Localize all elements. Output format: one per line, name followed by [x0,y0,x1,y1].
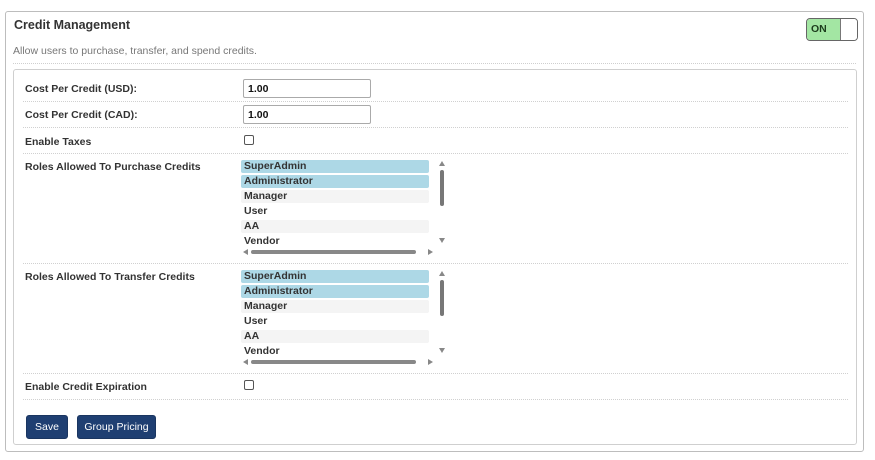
scroll-thumb[interactable] [251,360,416,364]
group-pricing-button[interactable]: Group Pricing [77,415,156,439]
row-transfer-roles: Roles Allowed To Transfer Credits SuperA… [23,264,848,374]
cost-cad-label: Cost Per Credit (CAD): [25,109,138,121]
vertical-scrollbar[interactable] [438,270,447,356]
cost-usd-label: Cost Per Credit (USD): [25,83,138,95]
horizontal-scrollbar[interactable] [241,248,437,257]
scroll-up-icon[interactable] [439,271,445,276]
panel-description: Allow users to purchase, transfer, and s… [13,45,257,57]
scroll-right-icon[interactable] [428,249,433,255]
purchase-roles-listbox[interactable]: SuperAdmin Administrator Manager User AA… [241,160,449,257]
purchase-role-option[interactable]: SuperAdmin [241,160,429,173]
credit-management-panel: Credit Management Allow users to purchas… [5,11,864,452]
header-divider [13,63,856,64]
transfer-role-option[interactable]: User [241,315,429,328]
row-cost-usd: Cost Per Credit (USD): [23,76,848,102]
scroll-thumb[interactable] [251,250,416,254]
enable-taxes-checkbox[interactable] [244,135,254,145]
row-cost-cad: Cost Per Credit (CAD): [23,102,848,128]
transfer-role-option[interactable]: Administrator [241,285,429,298]
save-button[interactable]: Save [26,415,68,439]
enable-taxes-label: Enable Taxes [25,136,92,148]
purchase-roles-label: Roles Allowed To Purchase Credits [25,161,201,173]
purchase-role-option[interactable]: User [241,205,429,218]
scroll-left-icon[interactable] [243,359,248,365]
row-enable-taxes: Enable Taxes [23,128,848,154]
transfer-roles-listbox[interactable]: SuperAdmin Administrator Manager User AA… [241,270,449,367]
transfer-roles-label: Roles Allowed To Transfer Credits [25,271,195,283]
scroll-thumb[interactable] [440,170,444,206]
enable-expiration-checkbox[interactable] [244,380,254,390]
cost-usd-input[interactable] [243,79,371,98]
purchase-role-option[interactable]: Manager [241,190,429,203]
horizontal-scrollbar[interactable] [241,358,437,367]
enable-expiration-label: Enable Credit Expiration [25,381,147,393]
toggle-knob [842,19,857,40]
scroll-right-icon[interactable] [428,359,433,365]
transfer-role-option[interactable]: Vendor [241,345,429,358]
transfer-role-option[interactable]: Manager [241,300,429,313]
transfer-role-option[interactable]: SuperAdmin [241,270,429,283]
transfer-role-option[interactable]: AA [241,330,429,343]
toggle-on-label: ON [807,19,841,40]
purchase-role-option[interactable]: AA [241,220,429,233]
panel-title: Credit Management [14,18,130,32]
scroll-down-icon[interactable] [439,348,445,353]
scroll-up-icon[interactable] [439,161,445,166]
credit-management-toggle[interactable]: ON [806,18,858,41]
settings-form: Cost Per Credit (USD): Cost Per Credit (… [13,69,857,445]
purchase-role-option[interactable]: Vendor [241,235,429,248]
row-purchase-roles: Roles Allowed To Purchase Credits SuperA… [23,154,848,264]
scroll-left-icon[interactable] [243,249,248,255]
row-enable-expiration: Enable Credit Expiration [23,374,848,400]
cost-cad-input[interactable] [243,105,371,124]
scroll-thumb[interactable] [440,280,444,316]
purchase-role-option[interactable]: Administrator [241,175,429,188]
scroll-down-icon[interactable] [439,238,445,243]
vertical-scrollbar[interactable] [438,160,447,246]
